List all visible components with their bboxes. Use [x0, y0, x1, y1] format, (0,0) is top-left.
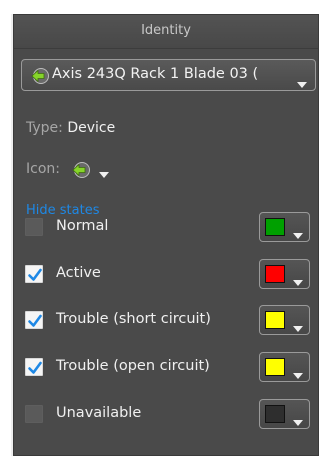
- chevron-down-icon: [293, 411, 303, 430]
- color-swatch: [265, 311, 285, 329]
- identity-panel: Identity Axis 243Q Rack 1 Blade 03 ( Typ…: [13, 14, 319, 456]
- color-swatch: [265, 405, 285, 423]
- device-arrow-icon: [71, 161, 91, 183]
- chevron-down-icon: [293, 364, 303, 383]
- chevron-down-icon[interactable]: [297, 73, 307, 90]
- state-label: Unavailable: [56, 405, 142, 421]
- chevron-down-icon: [293, 271, 303, 290]
- color-picker-button[interactable]: [259, 352, 310, 382]
- chevron-down-icon: [293, 224, 303, 243]
- color-picker-button[interactable]: [259, 212, 310, 242]
- state-row: Normal: [14, 210, 318, 244]
- type-value: Device: [67, 120, 116, 136]
- state-label: Trouble (short circuit): [56, 311, 211, 327]
- state-checkbox[interactable]: [25, 358, 43, 376]
- state-checkbox[interactable]: [25, 218, 43, 236]
- type-row: Type: Device: [26, 120, 115, 136]
- entity-selector[interactable]: Axis 243Q Rack 1 Blade 03 (: [21, 59, 316, 91]
- state-row: Active: [14, 257, 318, 291]
- icon-row: Icon:: [26, 161, 109, 178]
- panel-title: Identity: [141, 23, 191, 38]
- icon-label: Icon:: [26, 161, 60, 177]
- checkmark-icon: [28, 361, 42, 374]
- checkmark-icon: [28, 314, 42, 327]
- color-swatch: [265, 265, 285, 283]
- state-row: Trouble (short circuit): [14, 303, 318, 337]
- state-checkbox[interactable]: [25, 311, 43, 329]
- icon-picker-button[interactable]: [71, 161, 143, 181]
- color-picker-button[interactable]: [259, 399, 310, 429]
- state-label: Active: [56, 265, 101, 281]
- state-checkbox[interactable]: [25, 405, 43, 423]
- chevron-down-icon: [293, 317, 303, 336]
- device-arrow-icon: [30, 67, 50, 89]
- panel-header: Identity: [14, 15, 318, 49]
- state-label: Trouble (open circuit): [56, 358, 210, 374]
- chevron-down-icon: [99, 166, 109, 182]
- state-row: Trouble (open circuit): [14, 350, 318, 384]
- entity-name: Axis 243Q Rack 1 Blade 03 (: [52, 66, 259, 82]
- state-checkbox[interactable]: [25, 265, 43, 283]
- color-picker-button[interactable]: [259, 305, 310, 335]
- checkmark-icon: [28, 268, 42, 281]
- color-swatch: [265, 218, 285, 236]
- color-picker-button[interactable]: [259, 259, 310, 289]
- type-label: Type:: [26, 120, 63, 136]
- color-swatch: [265, 358, 285, 376]
- state-label: Normal: [56, 218, 109, 234]
- state-row: Unavailable: [14, 397, 318, 431]
